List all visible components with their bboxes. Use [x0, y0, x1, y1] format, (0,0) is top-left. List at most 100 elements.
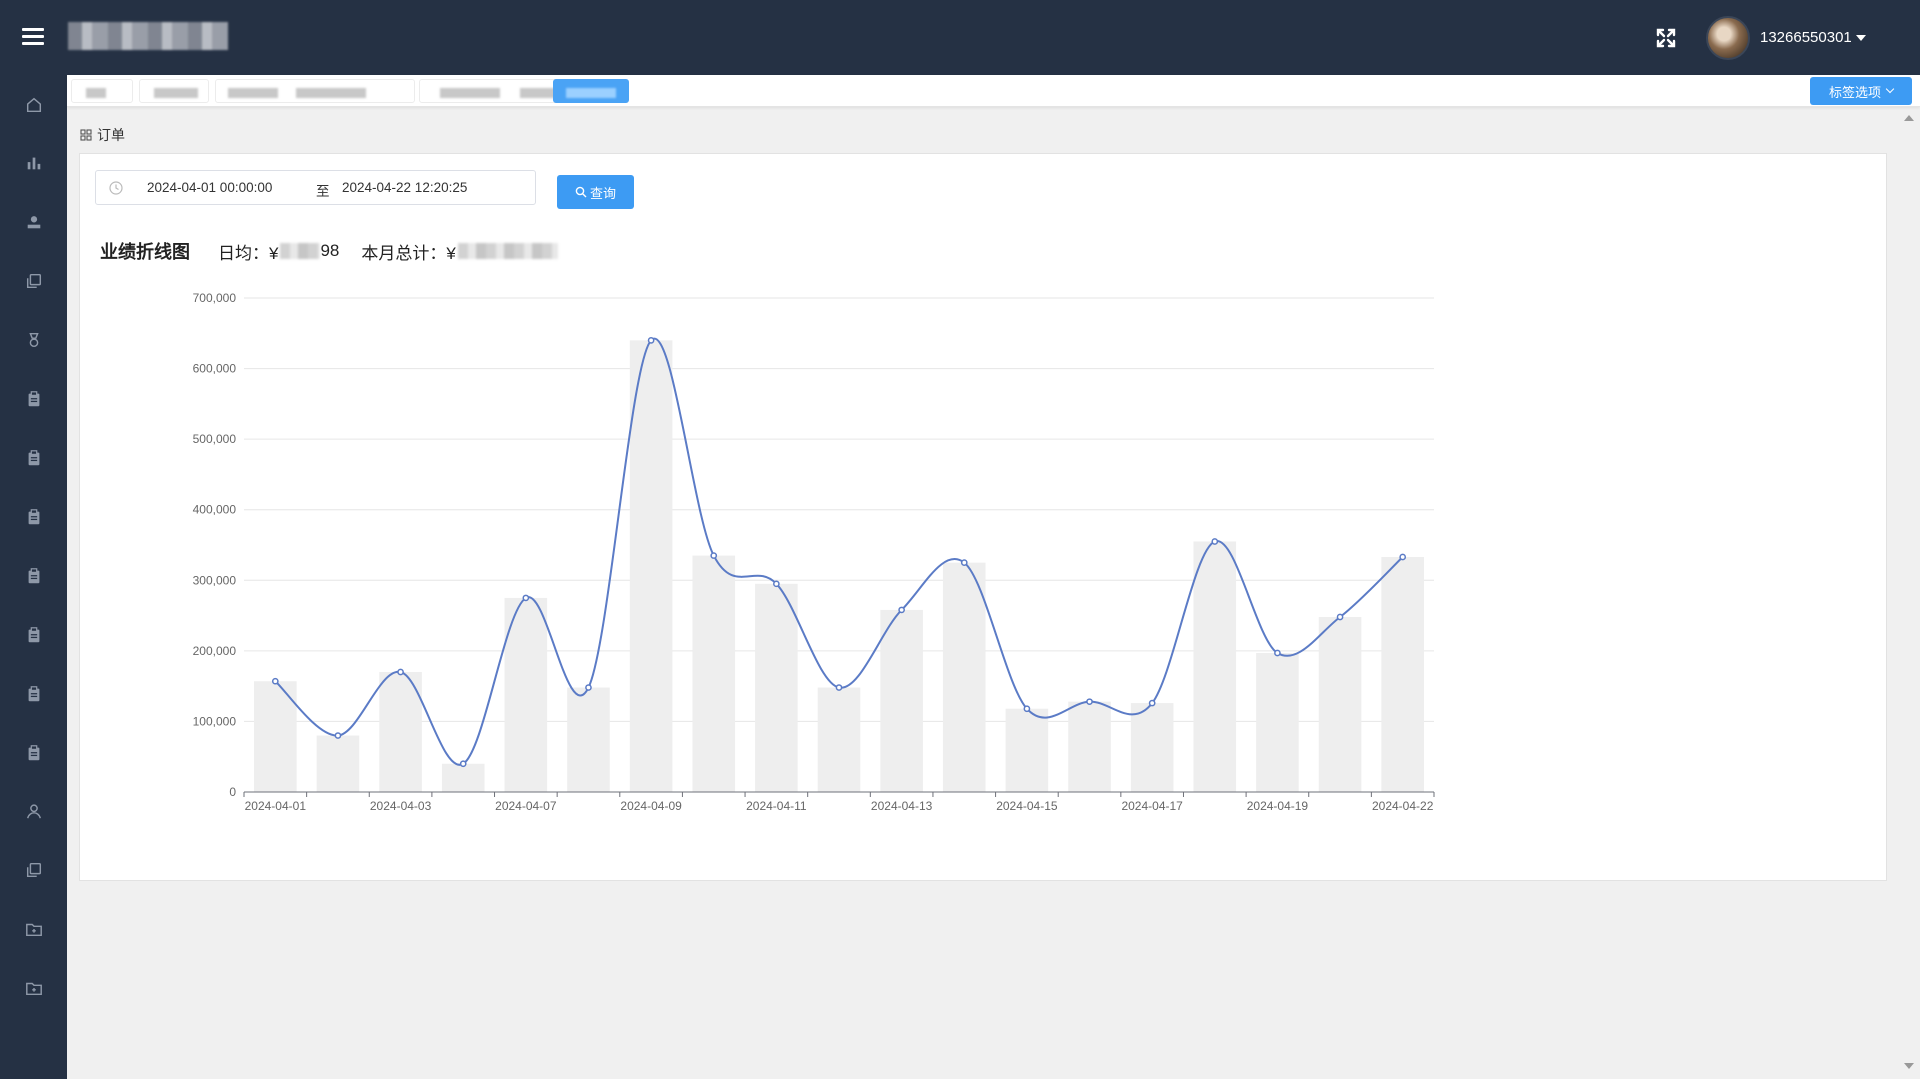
data-point: [585, 684, 592, 691]
data-point: [773, 580, 780, 588]
tag-home[interactable]: [71, 79, 133, 103]
bar: [316, 735, 360, 792]
bar: [629, 340, 673, 792]
sidebar-item-person[interactable]: [0, 791, 67, 831]
data-point: [1399, 553, 1407, 561]
performance-chart: 0 100,000 200,000 300,000 400,000 500,000 600,…: [193, 291, 1435, 813]
chevron-down-icon: [1885, 84, 1895, 94]
chart-area: 0 100,000 200,000 300,000 400,000 500,000 600,…: [80, 154, 1888, 882]
x-tick-label: 2024-04-11: [746, 799, 807, 813]
app-logo: [68, 22, 228, 50]
data-point: [1211, 538, 1219, 545]
bar: [441, 763, 485, 792]
y-tick-label: 0: [229, 785, 236, 799]
bar: [567, 687, 610, 792]
sidebar-item-copy[interactable]: [0, 261, 67, 301]
scroll-up-arrow[interactable]: [1904, 115, 1914, 121]
bar: [1068, 701, 1111, 792]
data-point: [271, 677, 279, 685]
sidebar-item-user[interactable]: [0, 202, 67, 242]
data-point: [647, 336, 655, 344]
top-bar: 13266550301: [0, 0, 1920, 75]
y-tick-label: 400,000: [193, 503, 237, 517]
tag-options-button[interactable]: 标签选项: [1810, 77, 1912, 105]
bar: [692, 555, 736, 792]
bar: [1256, 652, 1299, 792]
sidebar-item-clipboard-1[interactable]: [0, 379, 67, 419]
y-tick-label: 500,000: [193, 432, 237, 446]
data-point: [1086, 698, 1093, 706]
sidebar-item-folder-1[interactable]: [0, 909, 67, 949]
chevron-down-icon[interactable]: [1856, 35, 1866, 41]
page-title: 订单: [97, 127, 125, 143]
sidebar-item-home[interactable]: [0, 85, 67, 125]
x-tick-label: 2024-04-01: [245, 799, 307, 813]
data-point: [397, 668, 404, 676]
x-tick-label: 2024-04-17: [1121, 799, 1183, 813]
username-menu[interactable]: 13266550301: [1760, 29, 1852, 46]
bar: [755, 583, 798, 792]
folder-icon: [25, 982, 42, 996]
sidebar-item-clipboard-6[interactable]: [0, 674, 67, 714]
breadcrumb: 订单: [80, 125, 125, 145]
copy-icon: [26, 862, 41, 878]
user-icon: [27, 216, 40, 229]
data-point: [1274, 649, 1281, 657]
bar: [1318, 616, 1362, 792]
bar-chart-icon: [27, 157, 40, 170]
x-tick-label: 2024-04-15: [996, 799, 1058, 813]
folder-icon: [25, 923, 42, 937]
bar: [942, 562, 986, 792]
tag-item[interactable]: [215, 79, 415, 103]
y-tick-label: 700,000: [193, 291, 237, 305]
sidebar-item-copy-2[interactable]: [0, 850, 67, 890]
tag-options-label: 标签选项: [1828, 84, 1881, 100]
home-icon: [26, 97, 41, 113]
data-point: [898, 606, 905, 614]
bar: [817, 687, 861, 792]
main-panel: 2024-04-01 00:00:00 至 2024-04-22 12:20:2…: [79, 153, 1887, 881]
y-tick-label: 600,000: [193, 362, 237, 376]
y-tick-label: 200,000: [193, 644, 237, 658]
x-tick-label: 2024-04-09: [620, 799, 682, 813]
sidebar: [0, 75, 67, 1079]
sidebar-item-clipboard-2[interactable]: [0, 438, 67, 478]
menu-toggle-icon[interactable]: [22, 28, 44, 46]
sidebar-item-clipboard-4[interactable]: [0, 556, 67, 596]
grid-icon: [80, 129, 92, 141]
x-tick-label: 2024-04-13: [871, 799, 933, 813]
avatar[interactable]: [1706, 16, 1750, 60]
clipboard-icon: [28, 509, 39, 525]
sidebar-item-clipboard-7[interactable]: [0, 733, 67, 773]
sidebar-item-badge[interactable]: [0, 320, 67, 360]
data-point: [1336, 613, 1344, 621]
data-point: [1148, 699, 1156, 707]
sidebar-item-folder-2[interactable]: [0, 968, 67, 1008]
fullscreen-icon[interactable]: [1654, 26, 1678, 50]
y-tick-label: 300,000: [193, 573, 237, 587]
y-tick-label: 100,000: [193, 714, 237, 728]
bar: [1130, 703, 1174, 792]
clipboard-icon: [28, 568, 39, 584]
scroll-down-arrow[interactable]: [1904, 1063, 1914, 1069]
tag-current[interactable]: [553, 79, 629, 103]
bar: [1005, 708, 1049, 792]
bar: [880, 609, 923, 792]
data-point: [522, 594, 530, 602]
tag-item[interactable]: [139, 79, 209, 103]
x-tick-label: 2024-04-03: [370, 799, 432, 813]
x-tick-label: 2024-04-19: [1247, 799, 1309, 813]
data-point: [459, 760, 467, 768]
clipboard-icon: [28, 450, 39, 466]
bar: [1193, 541, 1237, 792]
tags-bar: 标签选项: [67, 75, 1920, 107]
clipboard-icon: [28, 627, 39, 643]
sidebar-item-clipboard-3[interactable]: [0, 497, 67, 537]
sidebar-item-stats[interactable]: [0, 143, 67, 183]
person-icon: [26, 804, 41, 819]
clipboard-icon: [28, 745, 39, 761]
clipboard-icon: [28, 391, 39, 407]
x-tick-label: 2024-04-22: [1372, 799, 1434, 813]
data-point: [710, 552, 718, 559]
sidebar-item-clipboard-5[interactable]: [0, 615, 67, 655]
